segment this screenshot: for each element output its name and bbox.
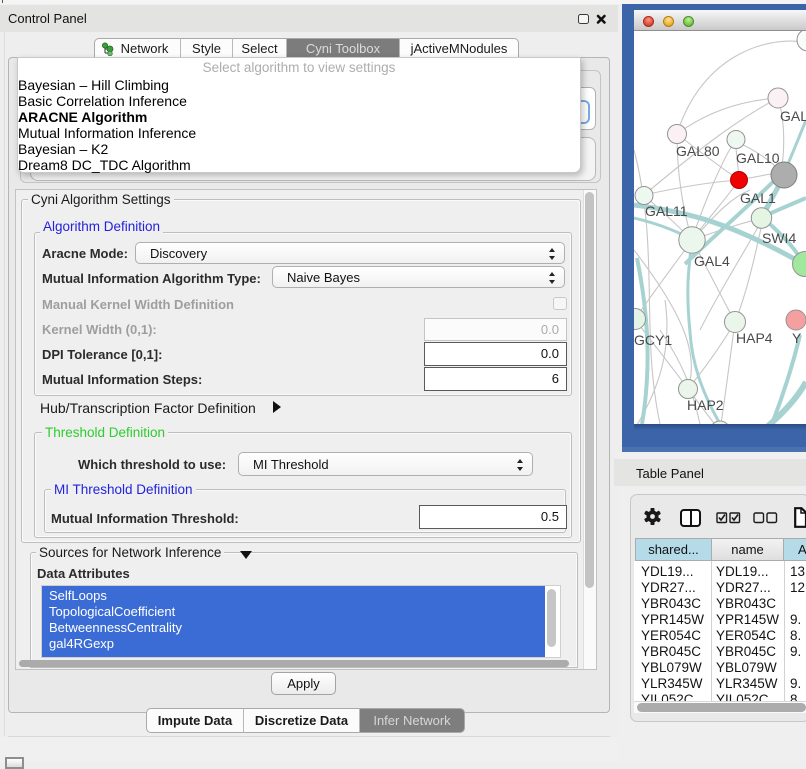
svg-text:GCY1: GCY1	[634, 332, 672, 348]
svg-text:GAL10: GAL10	[736, 150, 780, 166]
svg-text:SWI4: SWI4	[762, 230, 796, 246]
svg-text:GAL4: GAL4	[694, 253, 730, 269]
svg-text:Y: Y	[792, 330, 802, 346]
svg-text:GAL80: GAL80	[676, 143, 720, 159]
svg-text:GAL: GAL	[780, 108, 806, 124]
svg-text:GAL1: GAL1	[740, 190, 776, 206]
svg-text:HAP2: HAP2	[687, 397, 724, 413]
svg-text:HAP4: HAP4	[736, 330, 773, 346]
svg-text:GAL11: GAL11	[645, 203, 688, 219]
